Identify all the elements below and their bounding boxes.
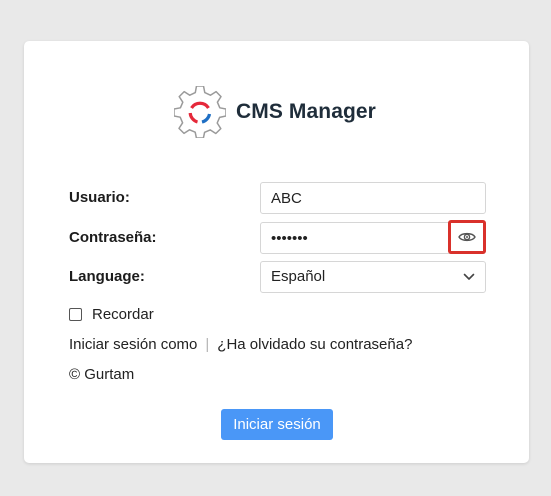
remember-label: Recordar bbox=[92, 305, 154, 323]
password-input[interactable] bbox=[261, 223, 451, 253]
remember-checkbox[interactable] bbox=[69, 307, 82, 321]
chevron-down-icon bbox=[463, 273, 475, 280]
password-row: Contraseña: bbox=[69, 220, 486, 254]
login-button[interactable]: Iniciar sesión bbox=[221, 409, 333, 440]
auth-links: Iniciar sesión como | ¿Ha olvidado su co… bbox=[69, 334, 412, 354]
brand-header: CMS Manager bbox=[174, 85, 376, 139]
gear-logo-icon bbox=[174, 86, 226, 138]
password-field-box bbox=[260, 220, 486, 254]
username-row: Usuario: bbox=[69, 182, 486, 214]
link-separator: | bbox=[205, 335, 210, 353]
username-input[interactable] bbox=[261, 183, 451, 213]
remember-option[interactable]: Recordar bbox=[69, 304, 154, 324]
language-label: Language: bbox=[69, 268, 145, 285]
app-title: CMS Manager bbox=[236, 100, 376, 123]
forgot-password-link[interactable]: ¿Ha olvidado su contraseña? bbox=[217, 336, 412, 353]
username-label: Usuario: bbox=[69, 189, 130, 206]
language-select[interactable]: Español bbox=[260, 261, 486, 293]
language-row: Language: Español bbox=[69, 261, 486, 293]
username-field-box bbox=[260, 182, 486, 214]
password-label: Contraseña: bbox=[69, 229, 157, 246]
language-selected-value: Español bbox=[271, 268, 326, 285]
copyright-text: © Gurtam bbox=[69, 366, 135, 383]
login-as-link[interactable]: Iniciar sesión como bbox=[69, 336, 197, 353]
eye-icon bbox=[458, 232, 476, 242]
login-card: CMS Manager Usuario: Contraseña: Languag… bbox=[24, 41, 529, 463]
show-password-button[interactable] bbox=[448, 220, 486, 254]
